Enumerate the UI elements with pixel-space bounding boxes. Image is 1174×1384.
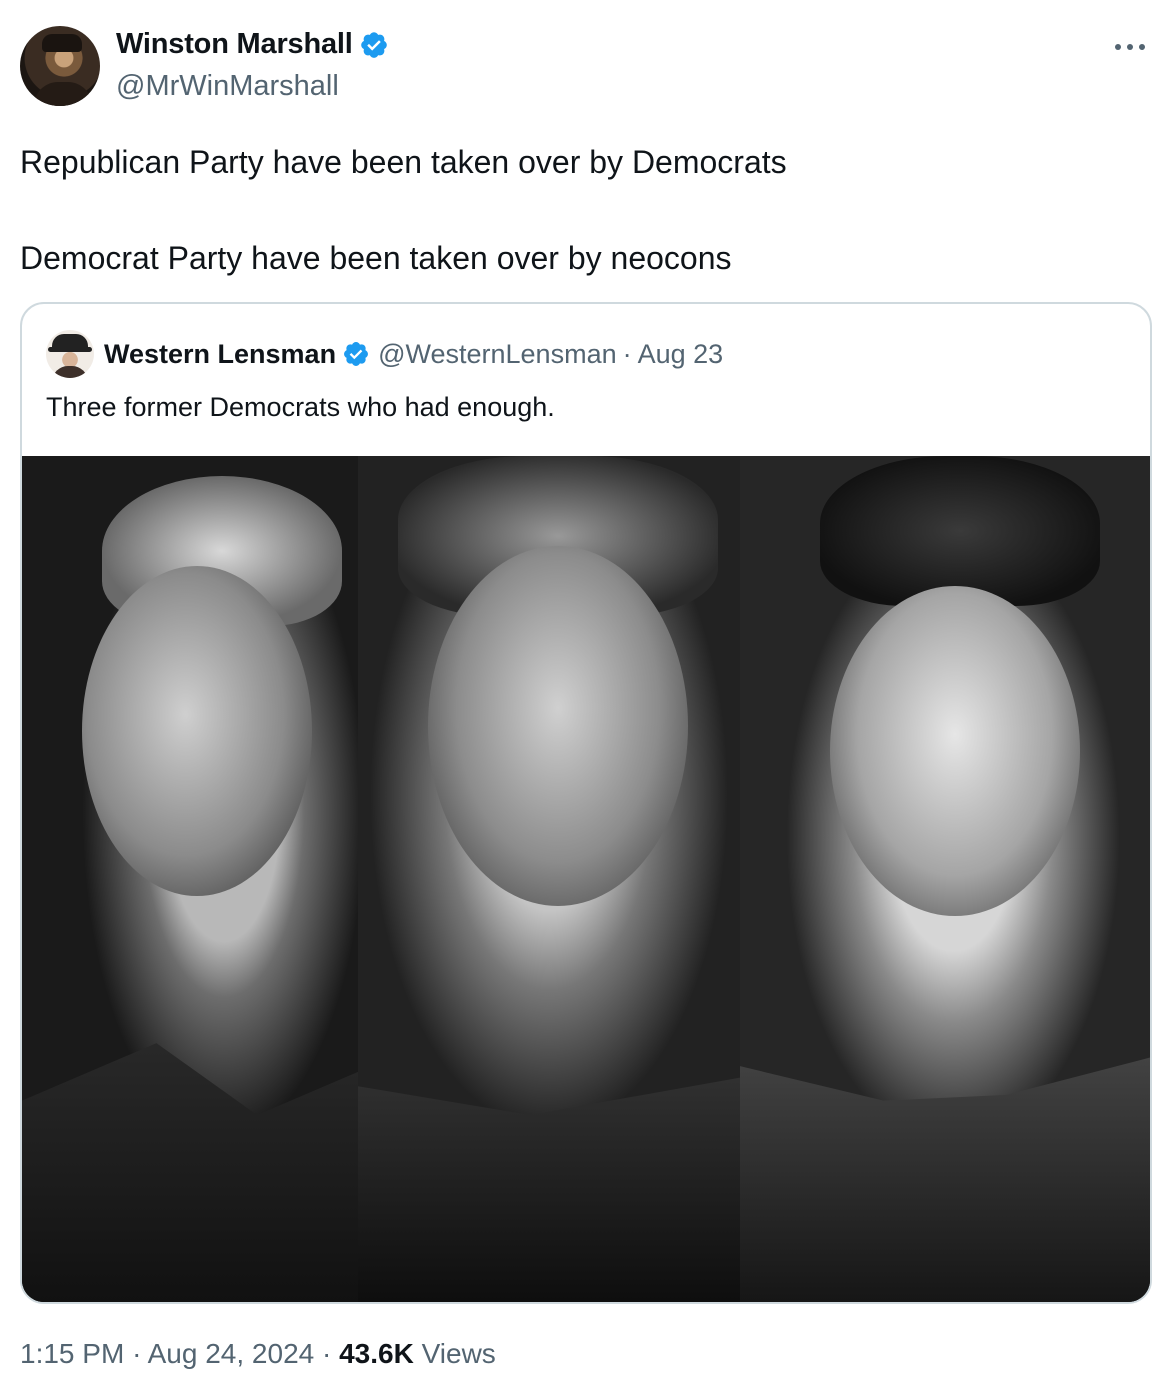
separator-dot: · [132,1338,142,1369]
separator-dot: · [622,338,632,369]
quoted-tweet-header: Western Lensman @WesternLensman · Aug 23 [46,328,723,380]
tweet-time[interactable]: 1:15 PM [20,1338,124,1369]
views-count[interactable]: 43.6K [339,1338,414,1369]
tweet-text-line: Republican Party have been taken over by… [20,144,787,180]
quoted-author-avatar[interactable] [46,330,94,378]
author-display-name[interactable]: Winston Marshall [116,28,353,61]
tweet-text-line: Democrat Party have been taken over by n… [20,240,732,276]
quoted-author-handle[interactable]: @WesternLensman [378,339,617,370]
more-options-button[interactable] [1110,32,1150,62]
quoted-tweet-card[interactable]: Western Lensman @WesternLensman · Aug 23… [20,302,1152,1304]
tweet-date[interactable]: Aug 24, 2024 [148,1338,315,1369]
tweet: Winston Marshall @MrWinMarshall Republic… [0,0,1174,1384]
portrait-panel-middle [358,456,740,1302]
quoted-tweet-date[interactable]: Aug 23 [638,339,724,370]
tweet-meta: 1:15 PM · Aug 24, 2024 · 43.6K Views [20,1338,496,1370]
verified-badge-icon [360,31,387,58]
views-label: Views [421,1338,496,1369]
tweet-header: Winston Marshall @MrWinMarshall [20,26,1154,106]
verified-badge-icon [344,342,369,366]
portrait-panel-right [740,456,1150,1302]
quoted-tweet-text: Three former Democrats who had enough. [46,392,555,422]
quoted-tweet-image[interactable] [22,456,1150,1302]
author-avatar[interactable] [20,26,100,106]
tweet-text: Republican Party have been taken over by… [20,138,787,282]
portrait-panel-left [22,456,358,1302]
author-name-row: Winston Marshall [116,28,389,61]
quoted-author-display-name[interactable]: Western Lensman [104,339,336,370]
separator-dot: · [322,1338,332,1369]
more-dots-icon [1115,44,1145,50]
author-handle[interactable]: @MrWinMarshall [116,70,339,103]
